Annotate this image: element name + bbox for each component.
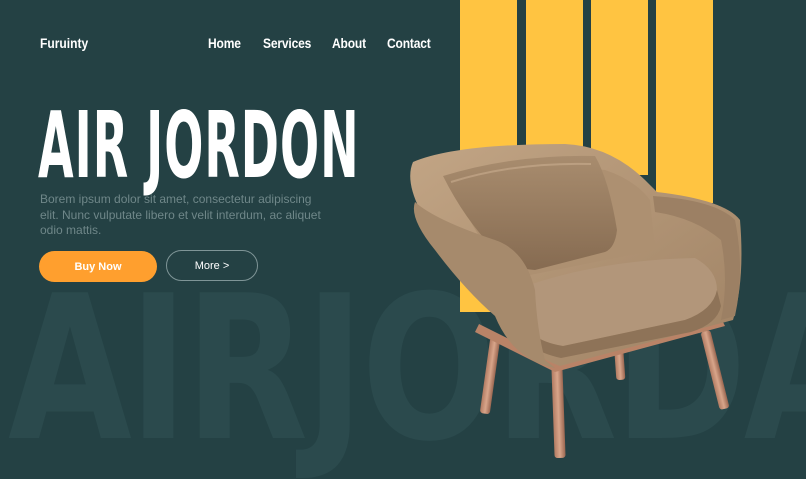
page: AIRJORDAN Furuinty Home Services About C… — [0, 0, 806, 479]
nav-services[interactable]: Services — [263, 35, 311, 51]
main-nav: Home Services About Contact — [208, 35, 455, 51]
nav-about[interactable]: About — [332, 35, 366, 51]
hero-title: AIR JORDON — [38, 92, 360, 199]
nav-contact[interactable]: Contact — [387, 35, 431, 51]
armchair-image — [410, 144, 742, 459]
brand-logo[interactable]: Furuinty — [40, 35, 88, 51]
buy-now-button[interactable]: Buy Now — [39, 251, 157, 282]
more-button[interactable]: More > — [166, 250, 258, 281]
hero-description: Borem ipsum dolor sit amet, consectetur … — [40, 192, 321, 237]
nav-home[interactable]: Home — [208, 35, 241, 51]
